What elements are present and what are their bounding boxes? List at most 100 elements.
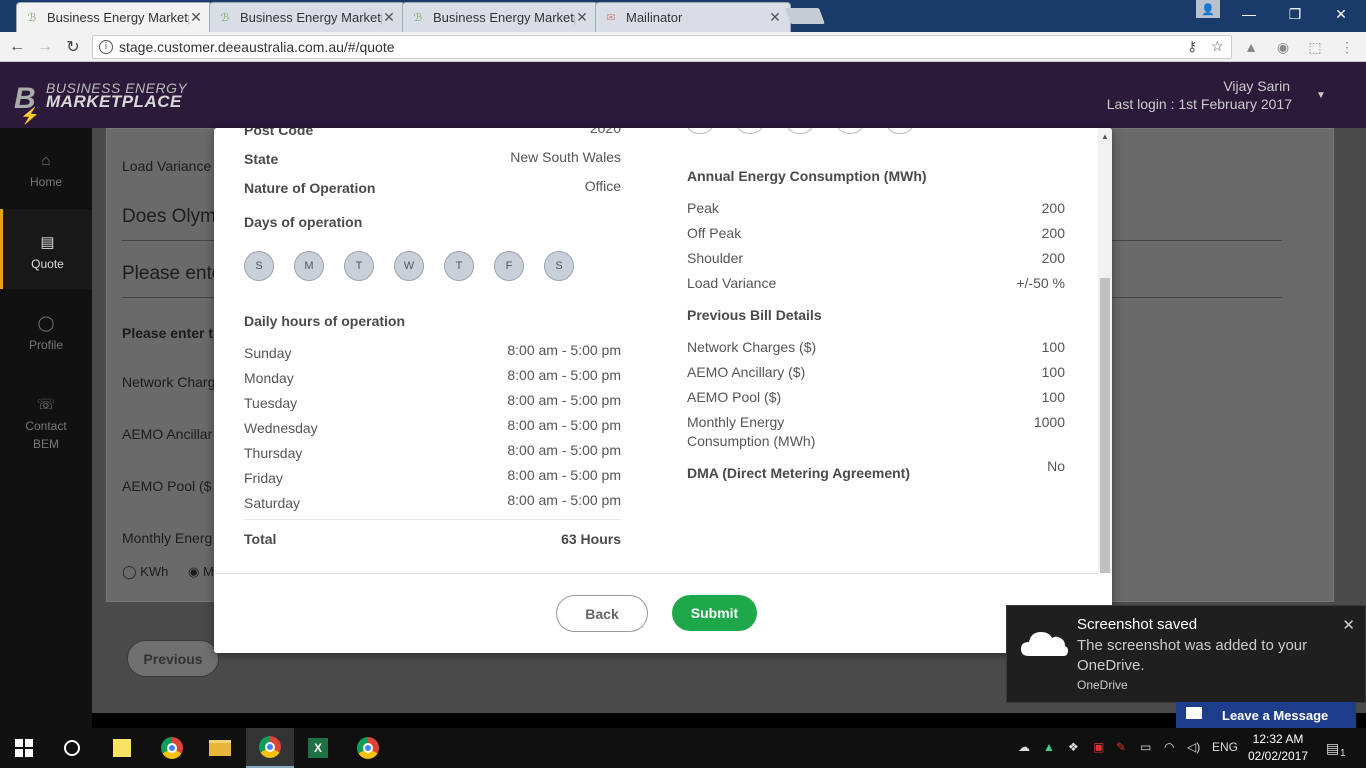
ghost-circle xyxy=(887,128,913,134)
day-badge-thursday: T xyxy=(444,251,474,281)
reload-icon[interactable]: ↻ xyxy=(62,36,84,58)
day-badge-tuesday: T xyxy=(344,251,374,281)
sidebar-item-quote[interactable]: ▤ Quote xyxy=(0,209,92,289)
lightning-bolt-icon: ⚡ xyxy=(20,108,40,125)
quote-icon: ▤ xyxy=(40,234,55,251)
bem-favicon-icon: ℬ xyxy=(220,12,230,24)
day-badge-monday: M xyxy=(294,251,324,281)
app-header: B ⚡ BUSINESS ENERGY MARKETPLACE Vijay Sa… xyxy=(0,62,1366,128)
last-login: Last login : 1st February 2017 xyxy=(1106,96,1292,112)
logo-line2: MARKETPLACE xyxy=(46,92,182,111)
bill-label: AEMO Pool ($) xyxy=(687,389,782,405)
wifi-icon[interactable]: ◠ xyxy=(1164,740,1174,754)
total-divider xyxy=(244,519,621,520)
forward-arrow-icon[interactable]: → xyxy=(34,36,56,58)
sidebar-item-home[interactable]: ⌂ Home xyxy=(0,128,92,208)
ghost-circle xyxy=(837,128,863,134)
consumption-label: Shoulder xyxy=(687,250,744,266)
window-close-button[interactable]: ✕ xyxy=(1318,0,1364,28)
profile-chip-icon[interactable]: 👤 xyxy=(1196,0,1220,18)
network-cloud-tray-icon[interactable]: ☁ xyxy=(1018,740,1030,754)
bg-please-enter: Please enter t xyxy=(122,325,214,341)
consumption-value: 200 xyxy=(1041,200,1065,216)
chrome-taskbar-icon[interactable] xyxy=(148,728,196,768)
battery-icon[interactable]: ▭ xyxy=(1140,740,1151,754)
minimize-button[interactable]: — xyxy=(1226,0,1272,28)
user-name[interactable]: Vijay Sarin xyxy=(1223,78,1290,94)
tray-app-icon[interactable]: ▣ xyxy=(1093,740,1104,754)
sticky-notes-icon[interactable] xyxy=(98,728,146,768)
back-arrow-icon[interactable]: ← xyxy=(6,36,28,58)
close-tab-icon[interactable]: ✕ xyxy=(768,9,782,26)
ghost-circle xyxy=(787,128,813,134)
browser-tab-2[interactable]: ℬ Business Energy Marketp ✕ xyxy=(209,2,405,32)
dropbox-tray-icon[interactable]: ❖ xyxy=(1068,740,1079,754)
leave-message-button[interactable]: Leave a Message xyxy=(1176,702,1356,728)
hours-time: 8:00 am - 5:00 pm xyxy=(507,467,621,483)
bg-radio-m: ◉ M xyxy=(188,564,214,579)
hours-day: Saturday xyxy=(244,495,301,511)
user-menu-caret-icon[interactable]: ▼ xyxy=(1316,90,1326,101)
toast-close-icon[interactable]: ✕ xyxy=(1342,616,1355,634)
chrome-taskbar-icon[interactable] xyxy=(344,728,392,768)
hours-day: Tuesday xyxy=(244,395,298,411)
scroll-up-arrow-icon[interactable]: ▲ xyxy=(1101,132,1109,141)
post-code-label: Post Code xyxy=(244,128,314,138)
extension-icon[interactable]: ◉ xyxy=(1274,38,1292,56)
mailinator-favicon-icon: ✉ xyxy=(606,12,616,24)
modal-scrollbar[interactable]: ▲ xyxy=(1098,128,1112,573)
onedrive-toast[interactable]: Screenshot saved The screenshot was adde… xyxy=(1006,605,1366,703)
cortana-search-icon[interactable] xyxy=(48,728,96,768)
hours-day: Sunday xyxy=(244,345,292,361)
bill-heading: Previous Bill Details xyxy=(687,307,822,323)
day-badge-sunday: S xyxy=(244,251,274,281)
file-explorer-icon[interactable] xyxy=(196,728,244,768)
toast-body: The screenshot was added to your OneDriv… xyxy=(1077,637,1308,674)
taskbar-clock[interactable]: 12:32 AM 02/02/2017 xyxy=(1246,731,1310,765)
excel-icon[interactable]: X xyxy=(294,728,342,768)
consumption-label: Load Variance xyxy=(687,275,777,291)
menu-kebab-icon[interactable]: ⋮ xyxy=(1338,38,1356,56)
bg-m-label: M xyxy=(202,564,214,579)
back-button[interactable]: Back xyxy=(556,595,648,632)
hours-time: 8:00 am - 5:00 pm xyxy=(507,367,621,383)
bg-monthly: Monthly Energ xyxy=(122,530,213,546)
chrome-taskbar-icon-active[interactable] xyxy=(246,728,294,768)
sidebar-item-profile[interactable]: ◯ Profile xyxy=(0,290,92,370)
drive-extension-icon[interactable]: ▲ xyxy=(1242,38,1260,56)
address-bar[interactable]: i stage.customer.deeaustralia.com.au/#/q… xyxy=(92,35,1232,59)
restore-button[interactable]: ❐ xyxy=(1272,0,1318,28)
close-tab-icon[interactable]: ✕ xyxy=(189,9,203,26)
close-tab-icon[interactable]: ✕ xyxy=(382,9,396,26)
modal-footer-divider xyxy=(214,573,1098,574)
new-tab-button[interactable] xyxy=(785,8,825,24)
previous-button[interactable]: Previous xyxy=(127,640,219,677)
browser-tab-3[interactable]: ℬ Business Energy Marketp ✕ xyxy=(402,2,598,32)
bookmark-star-icon[interactable]: ☆ xyxy=(1211,38,1224,55)
hours-day: Friday xyxy=(244,470,283,486)
language-indicator[interactable]: ENG xyxy=(1212,740,1238,754)
browser-tab-4[interactable]: ✉ Mailinator ✕ xyxy=(595,2,791,32)
bg-load-variance: Load Variance xyxy=(122,158,212,174)
bg-network: Network Charg xyxy=(122,374,216,390)
windows-start-icon[interactable] xyxy=(0,728,48,768)
sidebar-item-contact[interactable]: ☏ Contact BEM xyxy=(0,371,92,461)
google-drive-tray-icon[interactable]: ▲ xyxy=(1043,740,1055,754)
action-center-icon[interactable]: ▤ xyxy=(1326,740,1339,757)
close-tab-icon[interactable]: ✕ xyxy=(575,9,589,26)
monthly-value: 1000 xyxy=(1033,414,1065,430)
hours-time: 8:00 am - 5:00 pm xyxy=(507,417,621,433)
consumption-value: +/-50 % xyxy=(1016,275,1065,291)
pdf-extension-icon[interactable]: ⬚ xyxy=(1306,38,1324,56)
contact-icon: ☏ xyxy=(36,396,56,413)
bg-aemo-pool: AEMO Pool ($ xyxy=(122,478,212,494)
site-info-icon[interactable]: i xyxy=(99,40,113,54)
submit-button[interactable]: Submit xyxy=(672,595,757,631)
volume-icon[interactable]: ◁) xyxy=(1187,740,1200,754)
browser-tab-1[interactable]: ℬ Business Energy Marketp ✕ xyxy=(16,2,212,32)
bill-label: Network Charges ($) xyxy=(687,339,817,355)
tray-app2-icon[interactable]: ✎ xyxy=(1116,740,1126,754)
key-icon[interactable]: ⚷ xyxy=(1187,38,1197,55)
scrollbar-thumb[interactable] xyxy=(1100,278,1110,573)
hours-day: Thursday xyxy=(244,445,303,461)
